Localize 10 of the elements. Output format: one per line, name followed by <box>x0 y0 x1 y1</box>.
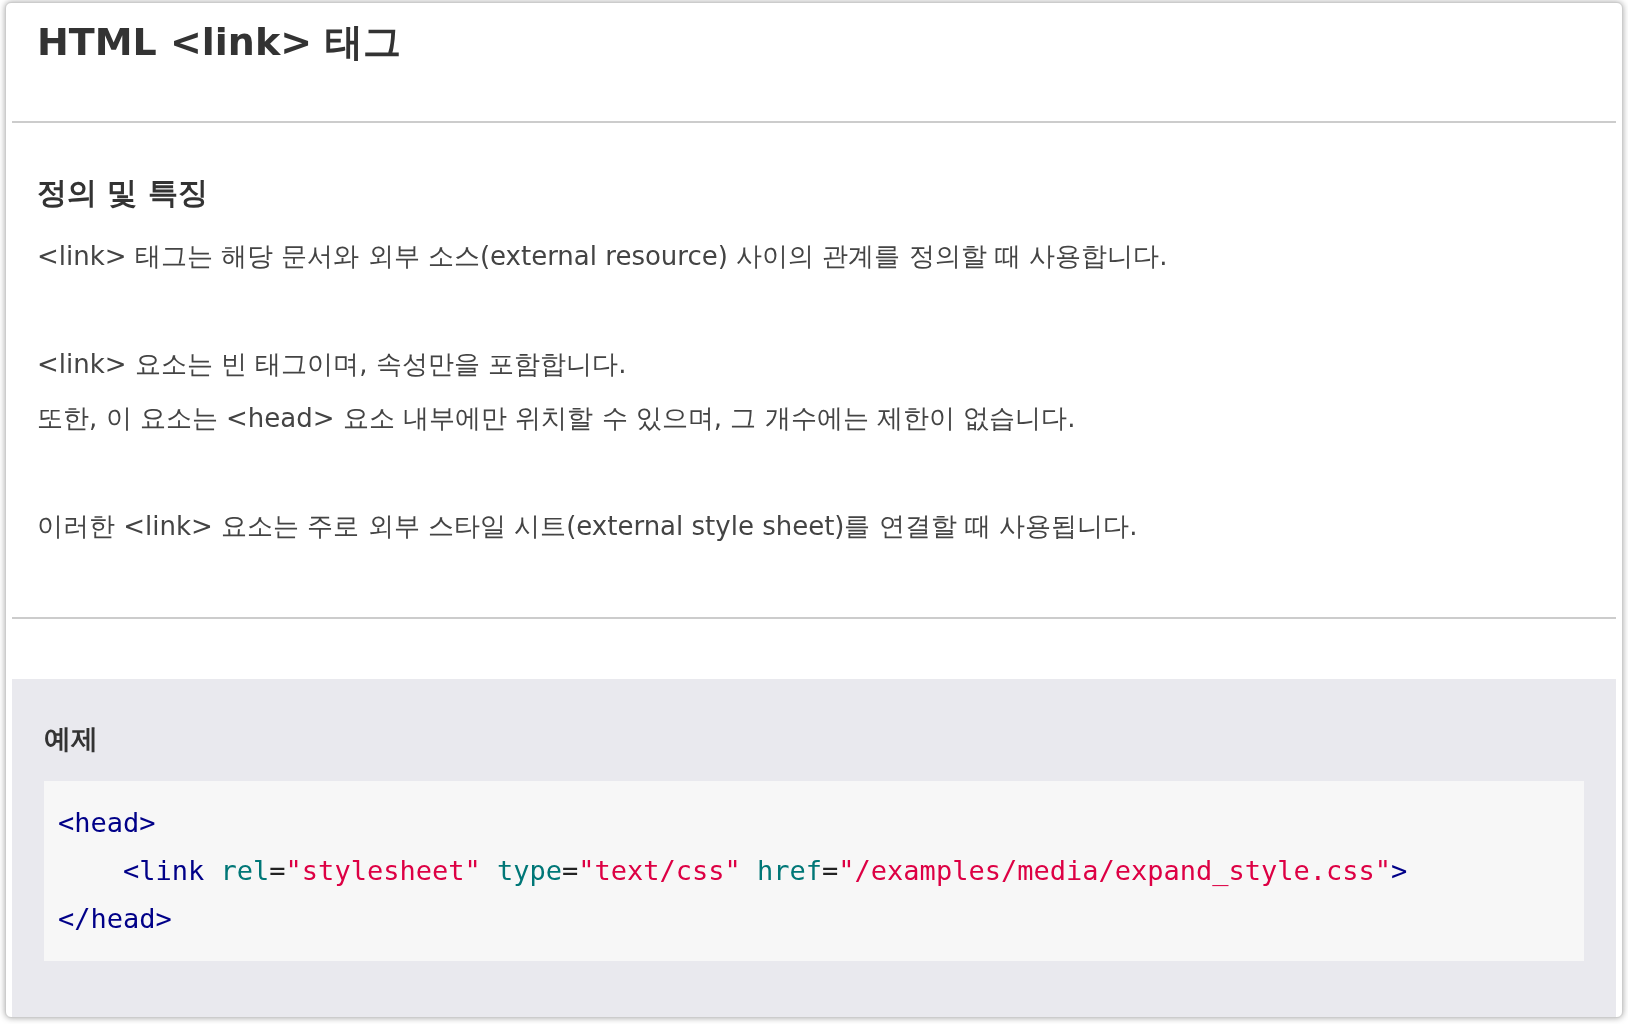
page-title: HTML <link> 태그 <box>37 19 403 66</box>
paragraph-text: <link> 요소는 빈 태그이며, 속성만을 포함합니다. <box>37 348 628 381</box>
paragraph-text: 또한, 이 요소는 <head> 요소 내부에만 위치할 수 있으며, 그 개수에는 제한이 없습니다. <box>37 402 1077 435</box>
paragraph-text: <link> 태그는 해당 문서와 외부 소스(external resource) 사이의 관계를 정의할 때 사용합니다. <box>37 240 1169 273</box>
paragraph-text: 이러한 <link> 요소는 주로 외부 스타일 시트(external style sheet)를 연결할 때 사용됩니다. <box>37 510 1139 543</box>
example-heading: 예제 <box>44 722 99 756</box>
code-line: </head> <box>58 902 173 936</box>
code-line: <head> <box>58 806 157 840</box>
section-heading: 정의 및 특징 <box>37 174 209 212</box>
code-line: <link rel="stylesheet" type="text/css" href="/examples/media/expand_style.css"> <box>122 854 1409 888</box>
